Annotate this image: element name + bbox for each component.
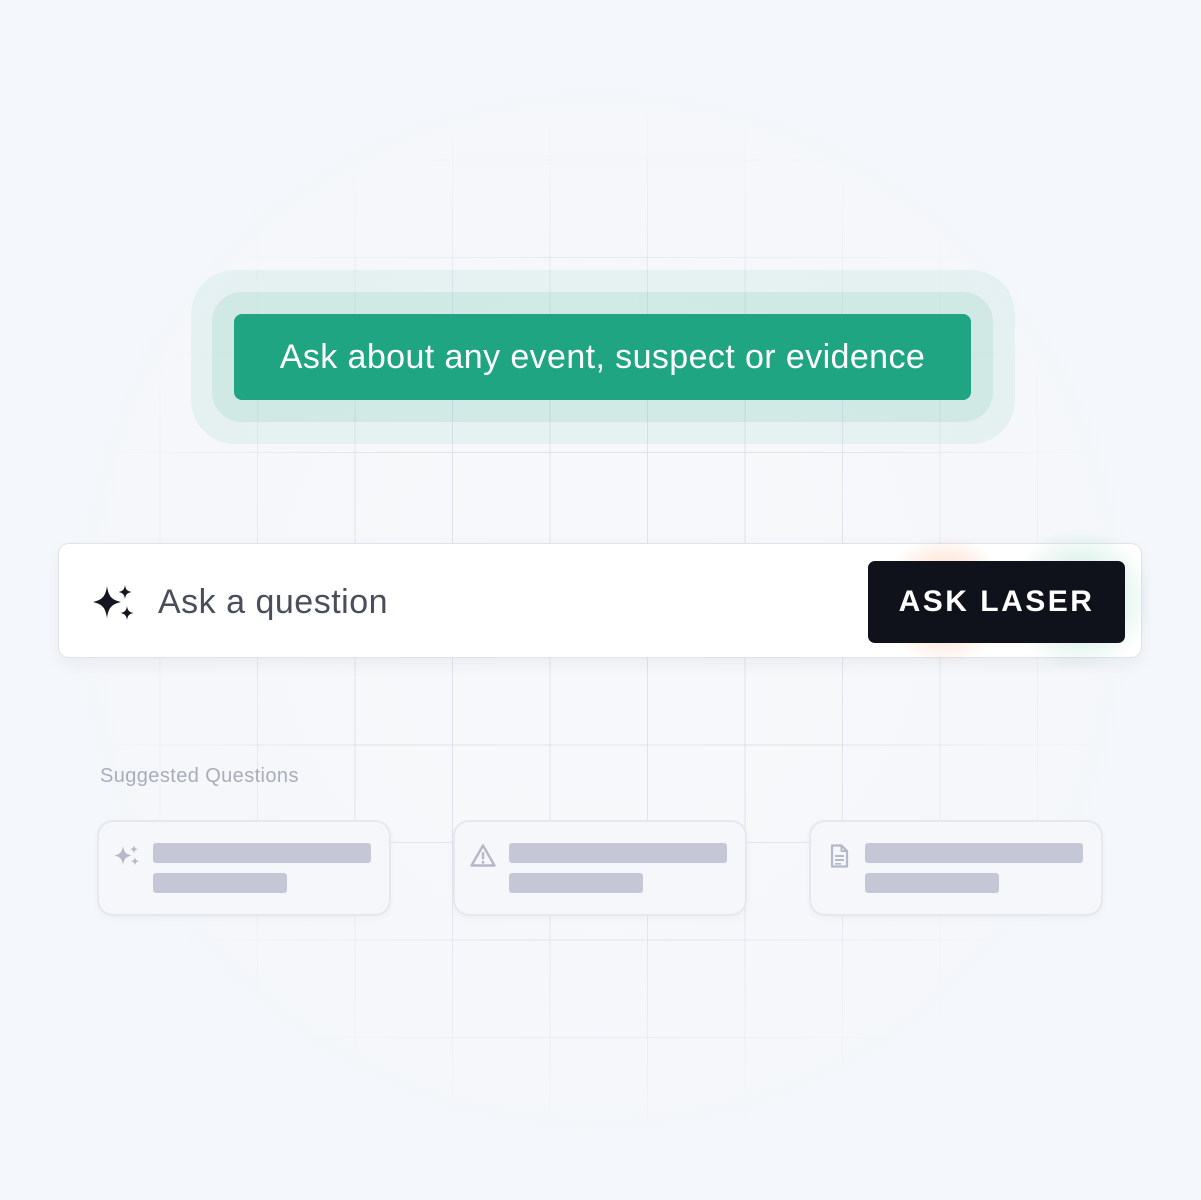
suggestion-card[interactable] <box>99 822 389 914</box>
placeholder-bar <box>865 843 1083 863</box>
placeholder-bar <box>865 873 999 893</box>
callout-text: Ask about any event, suspect or evidence <box>279 337 926 376</box>
sparkle-icon <box>93 585 134 620</box>
sparkle-icon <box>114 845 139 866</box>
document-icon <box>830 844 849 868</box>
placeholder-bar <box>153 843 371 863</box>
page: Ask about any event, suspect or evidence… <box>0 0 1201 1200</box>
search-input[interactable]: Ask a question <box>158 579 388 625</box>
suggestion-card[interactable] <box>811 822 1101 914</box>
suggested-questions-heading: Suggested Questions <box>100 765 299 787</box>
suggestion-card[interactable] <box>455 822 745 914</box>
placeholder-bar <box>509 843 727 863</box>
warning-icon <box>470 844 496 867</box>
placeholder-bar <box>153 873 287 893</box>
callout-banner: Ask about any event, suspect or evidence <box>234 314 971 400</box>
placeholder-bar <box>509 873 643 893</box>
ask-laser-button[interactable]: ASK LASER <box>868 561 1125 643</box>
